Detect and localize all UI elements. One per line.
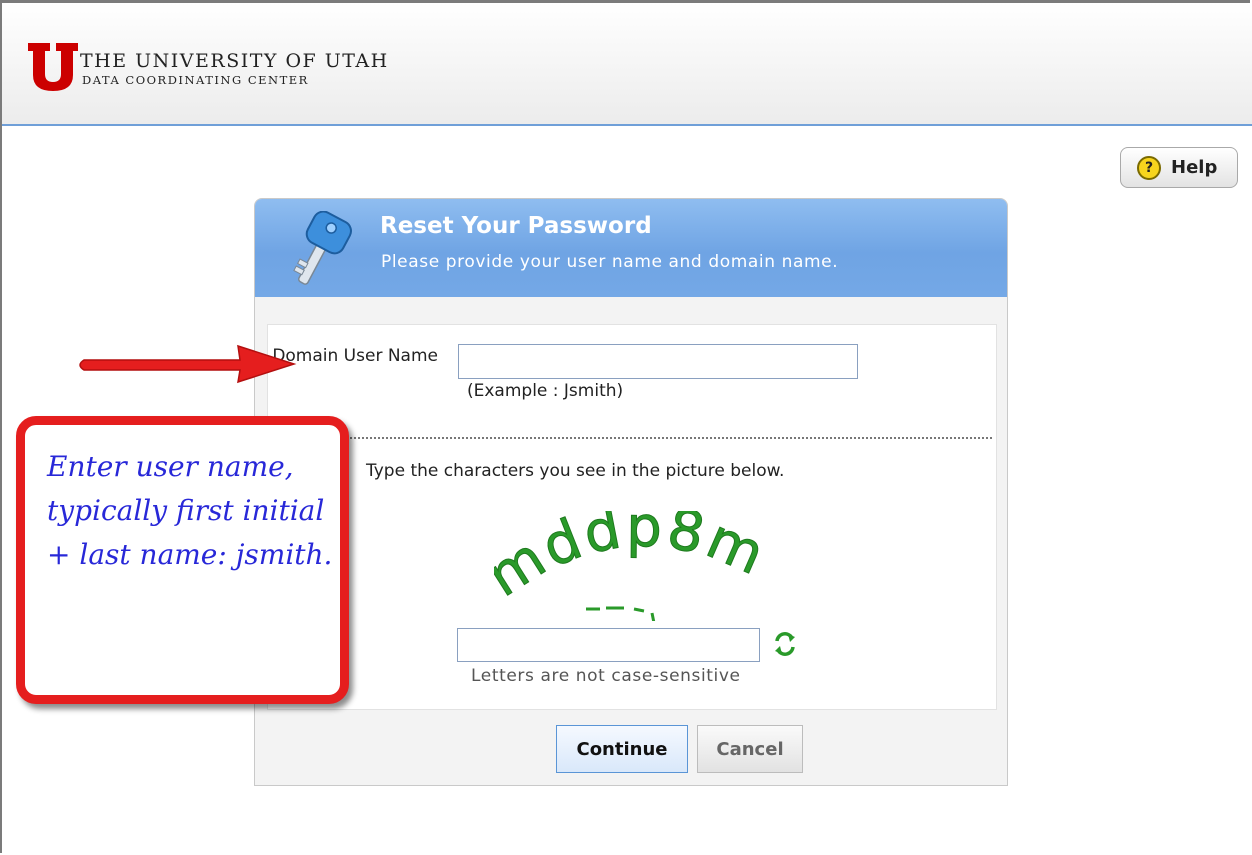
captcha-text: mddp8m [494, 511, 774, 610]
cancel-button[interactable]: Cancel [697, 725, 803, 773]
dialog-body: Domain User Name (Example : Jsmith) Type… [267, 324, 997, 710]
help-label: Help [1171, 157, 1218, 178]
annotation-callout: Enter user name, typically first initial… [16, 416, 349, 704]
captcha-image: mddp8m [494, 511, 776, 621]
captcha-instruction: Type the characters you see in the pictu… [366, 461, 785, 481]
help-button[interactable]: ? Help [1120, 147, 1238, 188]
logo-subtitle: DATA COORDINATING CENTER [82, 73, 309, 87]
dialog-title: Reset Your Password [380, 213, 652, 239]
logo-title: THE UNIVERSITY OF UTAH [80, 50, 389, 72]
question-mark-icon: ? [1137, 155, 1161, 180]
username-example: (Example : Jsmith) [467, 381, 624, 401]
red-arrow-icon [79, 344, 297, 384]
dialog-header: Reset Your Password Please provide your … [255, 199, 1007, 297]
key-icon [293, 211, 352, 285]
captcha-input[interactable] [457, 628, 760, 662]
dialog-subtitle: Please provide your user name and domain… [381, 252, 839, 272]
continue-button[interactable]: Continue [556, 725, 688, 773]
username-input[interactable] [458, 344, 858, 379]
reset-password-dialog: Reset Your Password Please provide your … [254, 198, 1008, 786]
university-u-logo-icon [28, 43, 78, 91]
callout-text: Enter user name, typically first initial… [47, 450, 333, 571]
site-header: THE UNIVERSITY OF UTAH DATA COORDINATING… [2, 3, 1252, 126]
svg-text:mddp8m: mddp8m [494, 511, 776, 610]
divider [350, 437, 992, 439]
refresh-icon[interactable] [773, 631, 797, 657]
captcha-note: Letters are not case-sensitive [471, 666, 741, 686]
